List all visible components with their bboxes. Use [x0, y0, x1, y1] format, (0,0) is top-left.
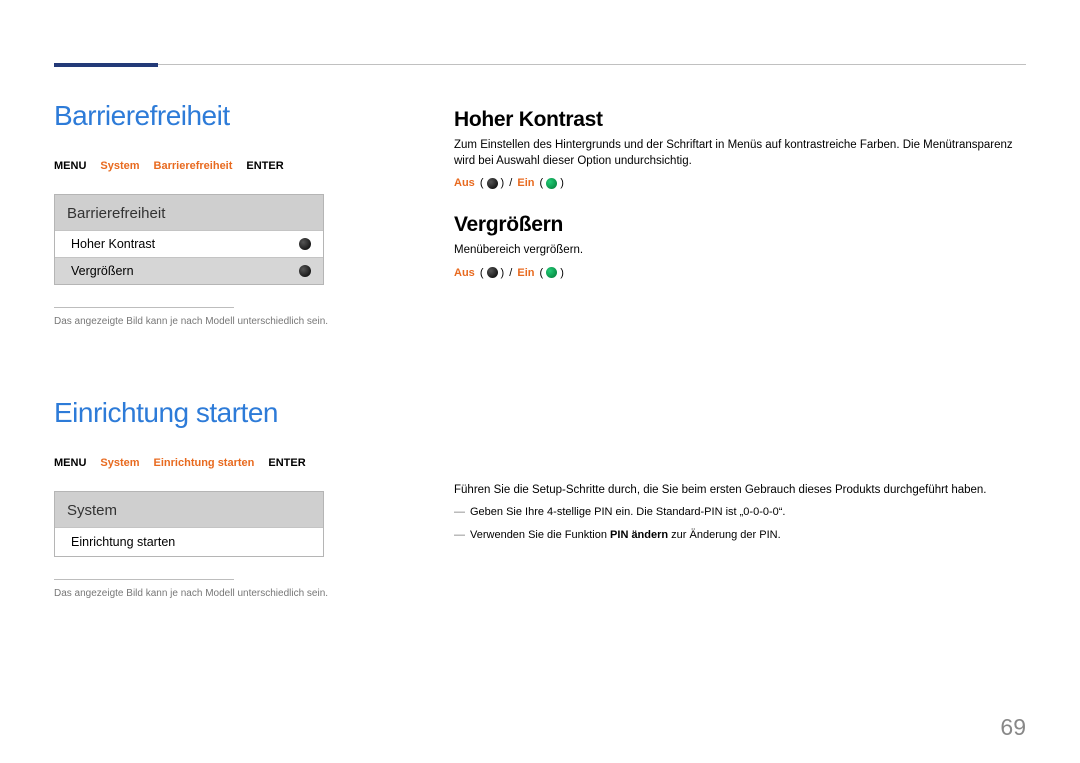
section-setup: Einrichtung starten MENU System Einricht…: [54, 397, 410, 599]
breadcrumb: MENU System Barrierefreiheit ENTER: [54, 160, 410, 172]
paren-close: ): [501, 267, 505, 279]
subsection-enlarge: Vergrößern Menübereich vergrößern. Aus (…: [454, 213, 1026, 279]
bullet-dark-icon: [487, 178, 498, 189]
paren-close: ): [501, 177, 505, 189]
option-line: Aus ( ) / Ein ( ): [454, 177, 1026, 189]
bullet-green-icon: [546, 267, 557, 278]
slash: /: [506, 267, 515, 279]
option-line: Aus ( ) / Ein ( ): [454, 267, 1026, 279]
paren-open: (: [536, 177, 543, 189]
header-accent: [54, 63, 158, 67]
menu-row-high-contrast: Hoher Kontrast: [55, 230, 323, 257]
dash-icon: ―: [454, 527, 468, 544]
breadcrumb-item: Barrierefreiheit: [154, 160, 233, 172]
breadcrumb-menu: MENU: [54, 160, 86, 172]
breadcrumb-enter: ENTER: [268, 457, 305, 469]
breadcrumb-system: System: [100, 457, 139, 469]
menu-row-enlarge: Vergrößern: [55, 257, 323, 284]
setup-note-pre: Verwenden Sie die Funktion: [470, 529, 610, 541]
subsection-setup: Führen Sie die Setup-Schritte durch, die…: [454, 483, 1026, 544]
slash: /: [506, 177, 515, 189]
header-rule: [54, 64, 1026, 65]
setup-desc: Führen Sie die Setup-Schritte durch, die…: [454, 483, 1026, 499]
menu-screenshot-system: System Einrichtung starten: [54, 491, 324, 557]
setup-note-post: zur Änderung der PIN.: [668, 529, 781, 541]
option-on: Ein: [517, 177, 534, 189]
toggle-icon: [299, 265, 311, 277]
bullet-green-icon: [546, 178, 557, 189]
toggle-icon: [299, 238, 311, 250]
menu-screenshot-title: System: [55, 492, 323, 527]
setup-note-pin: ― Geben Sie Ihre 4-stellige PIN ein. Die…: [454, 504, 1026, 521]
option-off: Aus: [454, 267, 475, 279]
breadcrumb-enter: ENTER: [246, 160, 283, 172]
setup-note-bold: PIN ändern: [610, 529, 668, 541]
menu-screenshot-title: Barrierefreiheit: [55, 195, 323, 230]
paren-open: (: [477, 177, 484, 189]
divider: [54, 307, 234, 308]
breadcrumb: MENU System Einrichtung starten ENTER: [54, 457, 410, 469]
breadcrumb-item: Einrichtung starten: [154, 457, 255, 469]
menu-row-label: Hoher Kontrast: [71, 237, 155, 251]
subsection-title: Hoher Kontrast: [454, 108, 1026, 132]
divider: [54, 579, 234, 580]
subsection-desc: Zum Einstellen des Hintergrunds und der …: [454, 138, 1026, 169]
breadcrumb-menu: MENU: [54, 457, 86, 469]
section-accessibility: Barrierefreiheit MENU System Barrierefre…: [54, 100, 410, 327]
subsection-high-contrast: Hoher Kontrast Zum Einstellen des Hinter…: [454, 108, 1026, 189]
menu-row-label: Vergrößern: [71, 264, 134, 278]
option-off: Aus: [454, 177, 475, 189]
menu-row-start-setup: Einrichtung starten: [55, 527, 323, 556]
option-on: Ein: [517, 267, 534, 279]
section-title: Einrichtung starten: [54, 397, 410, 429]
subsection-desc: Menübereich vergrößern.: [454, 243, 1026, 259]
breadcrumb-system: System: [100, 160, 139, 172]
setup-note-changepin: ― Verwenden Sie die Funktion PIN ändern …: [454, 527, 1026, 544]
paren-close: ): [560, 177, 564, 189]
paren-open: (: [477, 267, 484, 279]
setup-note-pin-text: Geben Sie Ihre 4-stellige PIN ein. Die S…: [470, 506, 785, 518]
bullet-dark-icon: [487, 267, 498, 278]
paren-close: ): [560, 267, 564, 279]
page-number: 69: [1000, 714, 1026, 741]
subsection-title: Vergrößern: [454, 213, 1026, 237]
paren-open: (: [536, 267, 543, 279]
menu-row-label: Einrichtung starten: [71, 535, 175, 549]
dash-icon: ―: [454, 504, 468, 521]
menu-screenshot-accessibility: Barrierefreiheit Hoher Kontrast Vergröße…: [54, 194, 324, 285]
section-title: Barrierefreiheit: [54, 100, 410, 132]
model-note: Das angezeigte Bild kann je nach Modell …: [54, 588, 410, 599]
model-note: Das angezeigte Bild kann je nach Modell …: [54, 316, 410, 327]
